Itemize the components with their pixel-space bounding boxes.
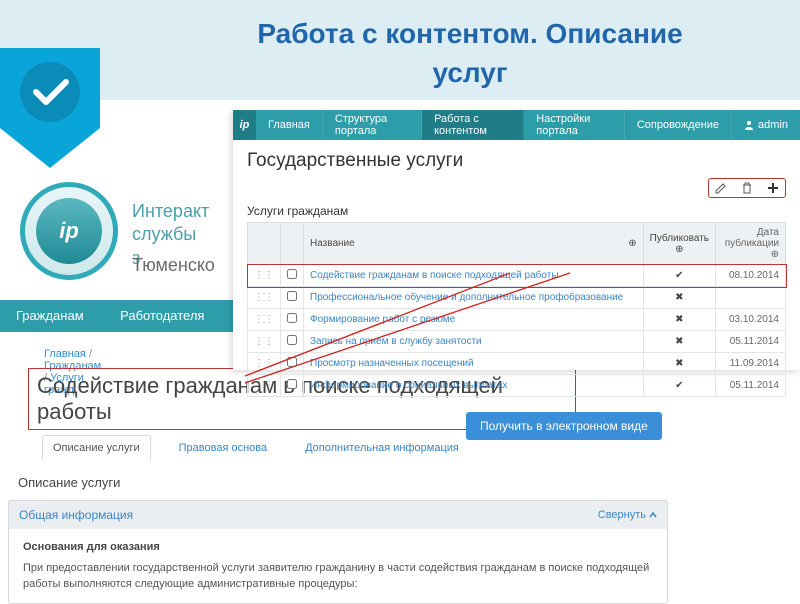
table-row[interactable]: ⋮⋮ Информирование о социальных выплатах✔0… [248, 375, 786, 397]
admin-page-title: Государственные услуги [247, 150, 786, 172]
slide-title-line2: услуг [432, 57, 507, 88]
portal-tabs: Гражданам Работодателя [0, 300, 233, 332]
tab-legal[interactable]: Правовая основа [169, 436, 277, 460]
admin-panel: ір Главная Структура портала Работа с ко… [233, 110, 800, 370]
drag-handle-icon[interactable]: ⋮⋮ [248, 287, 281, 309]
col-select [281, 223, 304, 265]
table-row[interactable]: ⋮⋮ Профессиональное обучение и дополнител… [248, 287, 786, 309]
row-checkbox[interactable] [281, 353, 304, 375]
info-block-text: При предоставлении государственной услуг… [23, 560, 653, 593]
toolbar [708, 178, 786, 198]
info-panel: Общая информация Свернуть Основания для … [8, 500, 668, 604]
menu-structure[interactable]: Структура портала [323, 110, 422, 140]
section-label: Описание услуги [18, 475, 120, 490]
menu-support[interactable]: Сопровождение [625, 110, 732, 140]
row-publish: ✖ [643, 331, 715, 353]
row-name[interactable]: Информирование о социальных выплатах [304, 375, 644, 397]
user-icon [744, 120, 754, 130]
row-name[interactable]: Формирование работ с резюме [304, 309, 644, 331]
row-publish: ✖ [643, 353, 715, 375]
row-publish: ✔ [643, 375, 715, 397]
admin-user[interactable]: admin [732, 119, 800, 131]
menu-home[interactable]: Главная [256, 110, 323, 140]
collapse-button[interactable]: Свернуть [598, 509, 657, 521]
row-date [716, 287, 786, 309]
table-row[interactable]: ⋮⋮ Формирование работ с резюме✖03.10.2014 [248, 309, 786, 331]
slide-title-line1: Работа с контентом. Описание [257, 18, 682, 49]
col-publish[interactable]: Публиковать ⊕ [643, 223, 715, 265]
drag-handle-icon[interactable]: ⋮⋮ [248, 353, 281, 375]
row-date: 08.10.2014 [716, 265, 786, 287]
tab-description[interactable]: Описание услуги [42, 435, 151, 460]
add-icon[interactable] [767, 182, 779, 194]
drag-handle-icon[interactable]: ⋮⋮ [248, 309, 281, 331]
row-date: 05.11.2014 [716, 331, 786, 353]
row-checkbox[interactable] [281, 309, 304, 331]
detail-tabs: Описание услуги Правовая основа Дополнит… [42, 435, 469, 460]
row-checkbox[interactable] [281, 265, 304, 287]
tab-additional[interactable]: Дополнительная информация [295, 436, 469, 460]
menu-settings[interactable]: Настройки портала [524, 110, 625, 140]
portal-region: Тюменско [132, 255, 215, 276]
admin-menu: ір Главная Структура портала Работа с ко… [233, 110, 800, 140]
col-drag [248, 223, 281, 265]
info-block-heading: Основания для оказания [23, 539, 653, 556]
get-eservice-button[interactable]: Получить в электронном виде [466, 412, 662, 440]
info-panel-title: Общая информация [19, 508, 133, 522]
row-name[interactable]: Просмотр назначенных посещений [304, 353, 644, 375]
tab-citizens[interactable]: Гражданам [0, 300, 100, 331]
menu-content[interactable]: Работа с контентом [422, 110, 524, 140]
slide-header: Работа с контентом. Описание услуг [0, 0, 800, 100]
drag-handle-icon[interactable]: ⋮⋮ [248, 331, 281, 353]
delete-icon[interactable] [741, 182, 753, 194]
row-publish: ✔ [643, 265, 715, 287]
admin-subhead: Услуги гражданам [247, 204, 786, 218]
drag-handle-icon[interactable]: ⋮⋮ [248, 265, 281, 287]
row-name[interactable]: Содействие гражданам в поиске подходящей… [304, 265, 644, 287]
breadcrumb-home[interactable]: Главная [44, 348, 86, 360]
slide-title: Работа с контентом. Описание услуг [0, 0, 800, 92]
table-row[interactable]: ⋮⋮ Просмотр назначенных посещений✖11.09.2… [248, 353, 786, 375]
row-date: 03.10.2014 [716, 309, 786, 331]
col-name[interactable]: Название ⊕ [304, 223, 644, 265]
row-checkbox[interactable] [281, 375, 304, 397]
edit-icon[interactable] [715, 182, 727, 194]
admin-logo-icon[interactable]: ір [233, 110, 256, 140]
table-row[interactable]: ⋮⋮ Содействие гражданам в поиске подходящ… [248, 265, 786, 287]
checkmark-badge-icon [0, 48, 100, 168]
row-checkbox[interactable] [281, 331, 304, 353]
row-publish: ✖ [643, 309, 715, 331]
row-name[interactable]: Профессиональное обучение и дополнительн… [304, 287, 644, 309]
table-row[interactable]: ⋮⋮ Запись на прием в службу занятости✖05.… [248, 331, 786, 353]
row-publish: ✖ [643, 287, 715, 309]
chevron-up-icon [649, 511, 657, 519]
drag-handle-icon[interactable]: ⋮⋮ [248, 375, 281, 397]
row-date: 11.09.2014 [716, 353, 786, 375]
portal-logo-icon: ір [20, 182, 118, 280]
row-checkbox[interactable] [281, 287, 304, 309]
tab-employers[interactable]: Работодателя [104, 300, 220, 331]
services-table: Название ⊕ Публиковать ⊕ Дата публикации… [247, 222, 786, 397]
row-date: 05.11.2014 [716, 375, 786, 397]
row-name[interactable]: Запись на прием в службу занятости [304, 331, 644, 353]
col-date[interactable]: Дата публикации ⊕ [716, 223, 786, 265]
